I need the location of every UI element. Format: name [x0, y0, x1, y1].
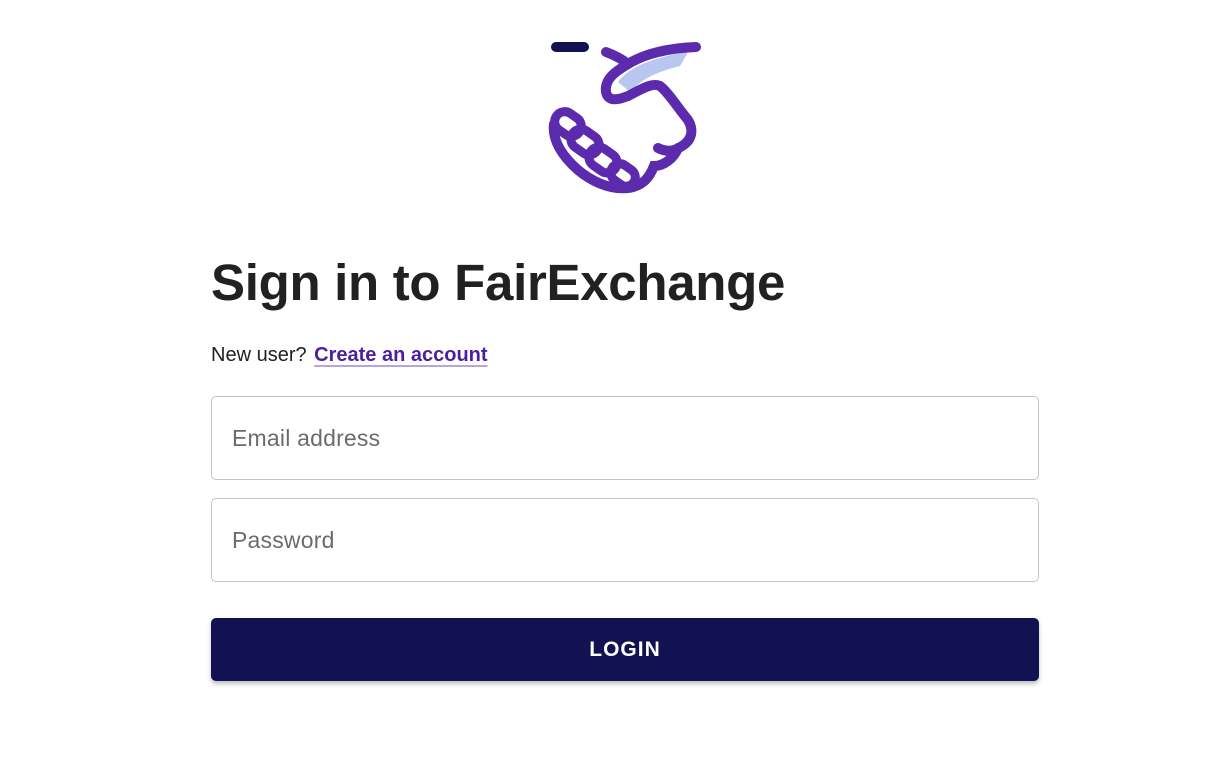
create-account-link[interactable]: Create an account — [314, 344, 487, 366]
login-page: Sign in to FairExchange New user? Create… — [0, 0, 1216, 772]
email-field-container — [211, 396, 1039, 480]
password-field-container — [211, 498, 1039, 582]
email-input[interactable] — [212, 397, 1038, 479]
login-button[interactable]: LOGIN — [211, 618, 1039, 681]
password-input[interactable] — [212, 499, 1038, 581]
handshake-icon — [548, 42, 701, 194]
signup-prompt: New user? Create an account — [211, 342, 488, 368]
page-title: Sign in to FairExchange — [211, 254, 786, 311]
signup-prompt-text: New user? — [211, 344, 307, 366]
